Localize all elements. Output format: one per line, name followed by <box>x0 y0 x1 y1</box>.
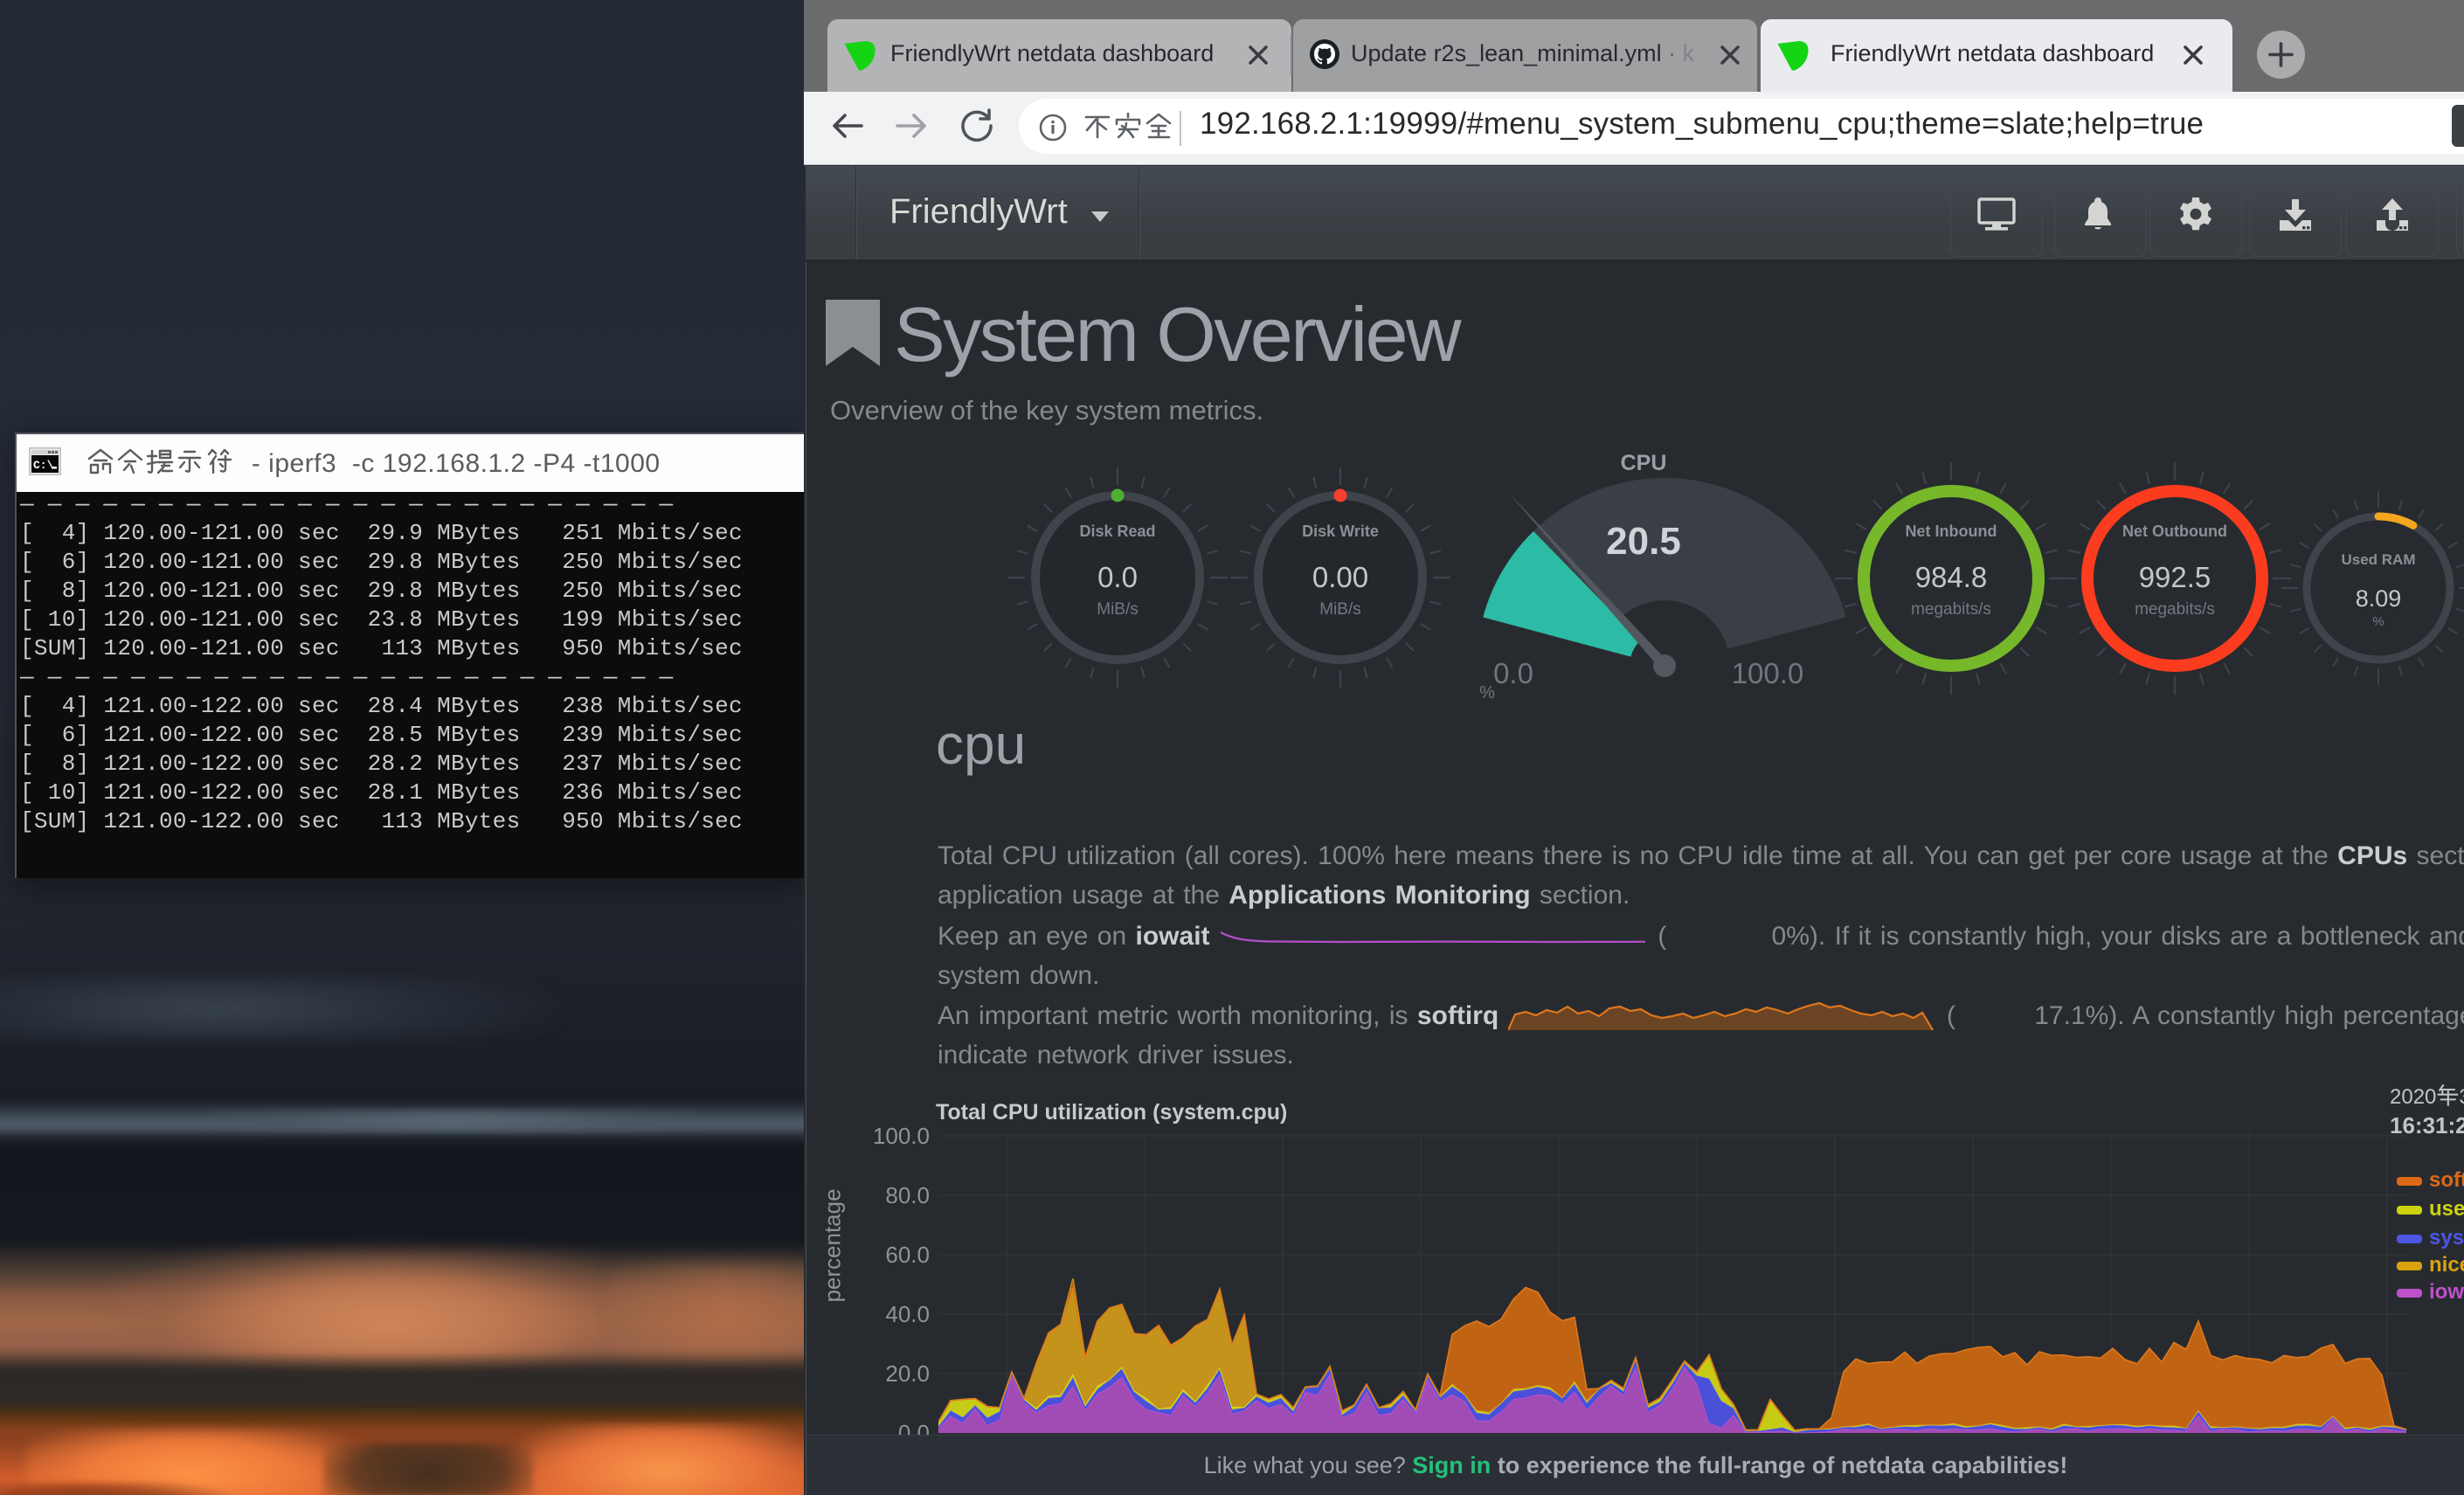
svg-text:C:\: C:\ <box>33 459 54 472</box>
